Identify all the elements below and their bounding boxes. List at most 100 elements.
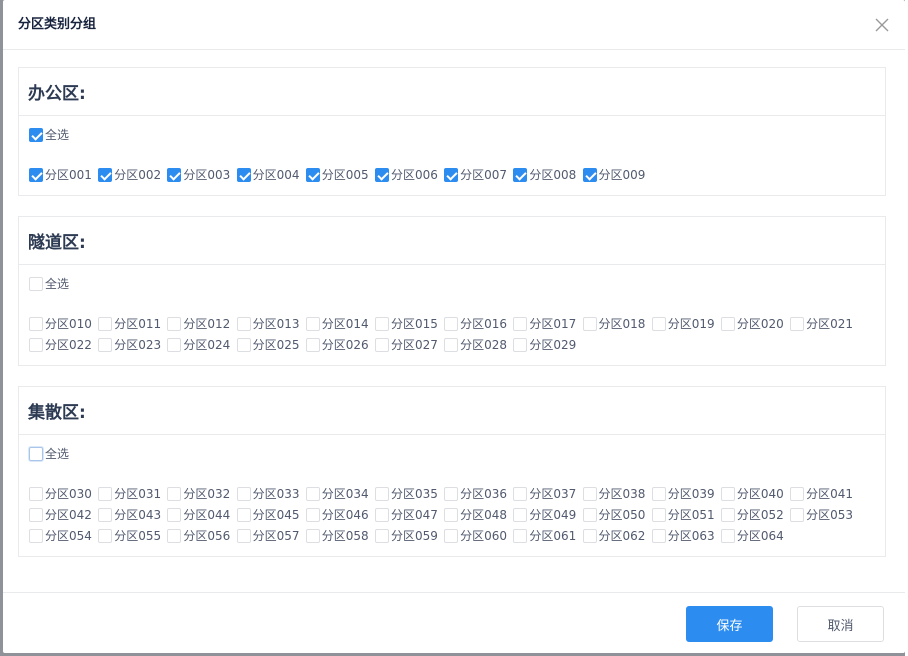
checkbox-box[interactable] bbox=[444, 338, 459, 352]
checkbox-box[interactable] bbox=[790, 487, 805, 501]
checkbox-box[interactable] bbox=[98, 487, 113, 501]
checkbox-box[interactable] bbox=[582, 487, 597, 501]
zone-checkbox[interactable]: 分区036 bbox=[444, 485, 513, 503]
checkbox-box[interactable] bbox=[236, 317, 251, 331]
checkbox-box[interactable] bbox=[29, 168, 43, 182]
checkbox-box[interactable] bbox=[651, 317, 666, 331]
zone-checkbox[interactable]: 分区031 bbox=[98, 485, 167, 503]
zone-checkbox[interactable]: 分区059 bbox=[374, 527, 444, 545]
zone-checkbox[interactable]: 分区050 bbox=[582, 506, 652, 524]
checkbox-box[interactable] bbox=[98, 508, 113, 522]
zone-checkbox[interactable]: 分区030 bbox=[29, 485, 98, 503]
zone-checkbox[interactable]: 分区010 bbox=[29, 315, 98, 333]
checkbox-box[interactable] bbox=[98, 529, 113, 543]
checkbox-box[interactable] bbox=[374, 508, 389, 522]
checkbox-box[interactable] bbox=[582, 317, 597, 331]
zone-checkbox[interactable]: 分区034 bbox=[305, 485, 375, 503]
checkbox-box[interactable] bbox=[513, 487, 528, 501]
checkbox-box[interactable] bbox=[790, 317, 805, 331]
zone-checkbox[interactable]: 分区032 bbox=[167, 485, 236, 503]
zone-checkbox[interactable]: 分区063 bbox=[651, 527, 721, 545]
zone-checkbox[interactable]: 分区013 bbox=[236, 315, 306, 333]
zone-checkbox[interactable]: 分区054 bbox=[29, 527, 98, 545]
zone-checkbox[interactable]: 分区025 bbox=[236, 336, 306, 354]
zone-checkbox[interactable]: 分区057 bbox=[236, 527, 306, 545]
checkbox-box[interactable] bbox=[29, 128, 43, 142]
zone-checkbox[interactable]: 分区033 bbox=[236, 485, 306, 503]
save-button[interactable]: 保存 bbox=[686, 606, 773, 642]
zone-checkbox[interactable]: 分区038 bbox=[582, 485, 652, 503]
zone-checkbox[interactable]: 分区024 bbox=[167, 336, 236, 354]
checkbox-box[interactable] bbox=[98, 338, 113, 352]
checkbox-box[interactable] bbox=[720, 317, 735, 331]
checkbox-box[interactable] bbox=[790, 508, 805, 522]
checkbox-box[interactable] bbox=[167, 338, 182, 352]
checkbox-box[interactable] bbox=[236, 338, 251, 352]
checkbox-box[interactable] bbox=[374, 338, 389, 352]
checkbox-box[interactable] bbox=[444, 168, 459, 182]
zone-checkbox[interactable]: 分区027 bbox=[374, 336, 444, 354]
zone-checkbox[interactable]: 分区064 bbox=[720, 527, 790, 545]
checkbox-box[interactable] bbox=[236, 168, 251, 182]
zone-checkbox[interactable]: 分区042 bbox=[29, 506, 98, 524]
zone-checkbox[interactable]: 分区060 bbox=[444, 527, 513, 545]
zone-checkbox[interactable]: 分区044 bbox=[167, 506, 236, 524]
select-all-checkbox[interactable]: 全选 bbox=[29, 126, 69, 144]
zone-checkbox[interactable]: 分区006 bbox=[374, 166, 444, 184]
zone-checkbox[interactable]: 分区005 bbox=[305, 166, 375, 184]
checkbox-box[interactable] bbox=[305, 529, 320, 543]
checkbox-box[interactable] bbox=[305, 487, 320, 501]
zone-checkbox[interactable]: 分区003 bbox=[167, 166, 236, 184]
checkbox-box[interactable] bbox=[305, 317, 320, 331]
zone-checkbox[interactable]: 分区053 bbox=[790, 506, 859, 524]
checkbox-box[interactable] bbox=[236, 487, 251, 501]
zone-checkbox[interactable]: 分区017 bbox=[513, 315, 582, 333]
checkbox-box[interactable] bbox=[167, 508, 182, 522]
checkbox-box[interactable] bbox=[444, 508, 459, 522]
checkbox-box[interactable] bbox=[29, 487, 43, 501]
zone-checkbox[interactable]: 分区043 bbox=[98, 506, 167, 524]
checkbox-box[interactable] bbox=[374, 529, 389, 543]
checkbox-box[interactable] bbox=[513, 529, 528, 543]
checkbox-box[interactable] bbox=[29, 447, 43, 461]
checkbox-box[interactable] bbox=[29, 529, 43, 543]
zone-checkbox[interactable]: 分区002 bbox=[98, 166, 167, 184]
zone-checkbox[interactable]: 分区037 bbox=[513, 485, 582, 503]
zone-checkbox[interactable]: 分区009 bbox=[582, 166, 652, 184]
zone-checkbox[interactable]: 分区015 bbox=[374, 315, 444, 333]
zone-checkbox[interactable]: 分区022 bbox=[29, 336, 98, 354]
checkbox-box[interactable] bbox=[720, 529, 735, 543]
zone-checkbox[interactable]: 分区026 bbox=[305, 336, 375, 354]
zone-checkbox[interactable]: 分区020 bbox=[720, 315, 790, 333]
checkbox-box[interactable] bbox=[29, 338, 43, 352]
zone-checkbox[interactable]: 分区061 bbox=[513, 527, 582, 545]
checkbox-box[interactable] bbox=[236, 508, 251, 522]
zone-checkbox[interactable]: 分区035 bbox=[374, 485, 444, 503]
checkbox-box[interactable] bbox=[98, 317, 113, 331]
zone-checkbox[interactable]: 分区046 bbox=[305, 506, 375, 524]
checkbox-box[interactable] bbox=[444, 529, 459, 543]
checkbox-box[interactable] bbox=[444, 317, 459, 331]
checkbox-box[interactable] bbox=[582, 508, 597, 522]
zone-checkbox[interactable]: 分区023 bbox=[98, 336, 167, 354]
checkbox-box[interactable] bbox=[582, 168, 597, 182]
checkbox-box[interactable] bbox=[305, 338, 320, 352]
checkbox-box[interactable] bbox=[651, 508, 666, 522]
zone-checkbox[interactable]: 分区049 bbox=[513, 506, 582, 524]
checkbox-box[interactable] bbox=[513, 317, 528, 331]
checkbox-box[interactable] bbox=[167, 168, 182, 182]
zone-checkbox[interactable]: 分区029 bbox=[513, 336, 582, 354]
checkbox-box[interactable] bbox=[305, 168, 320, 182]
zone-checkbox[interactable]: 分区008 bbox=[513, 166, 582, 184]
checkbox-box[interactable] bbox=[444, 487, 459, 501]
zone-checkbox[interactable]: 分区014 bbox=[305, 315, 375, 333]
select-all-checkbox[interactable]: 全选 bbox=[29, 275, 69, 293]
zone-checkbox[interactable]: 分区056 bbox=[167, 527, 236, 545]
checkbox-box[interactable] bbox=[651, 487, 666, 501]
checkbox-box[interactable] bbox=[720, 508, 735, 522]
zone-checkbox[interactable]: 分区055 bbox=[98, 527, 167, 545]
checkbox-box[interactable] bbox=[513, 508, 528, 522]
zone-checkbox[interactable]: 分区001 bbox=[29, 166, 98, 184]
checkbox-box[interactable] bbox=[167, 487, 182, 501]
zone-checkbox[interactable]: 分区058 bbox=[305, 527, 375, 545]
